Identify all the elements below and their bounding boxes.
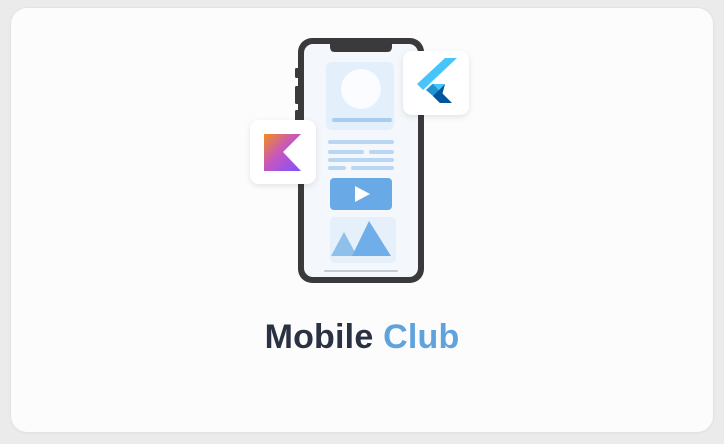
- image-icon: [330, 217, 396, 263]
- mobile-illustration: [250, 38, 469, 283]
- profile-placeholder: [326, 62, 394, 130]
- card-title-primary: Mobile: [264, 318, 374, 356]
- play-icon: [330, 178, 392, 210]
- card-title-accent: Club: [383, 318, 460, 356]
- card-title[interactable]: Mobile Club: [0, 318, 724, 357]
- flutter-logo-icon: [403, 51, 469, 115]
- kotlin-logo-icon: [250, 120, 316, 184]
